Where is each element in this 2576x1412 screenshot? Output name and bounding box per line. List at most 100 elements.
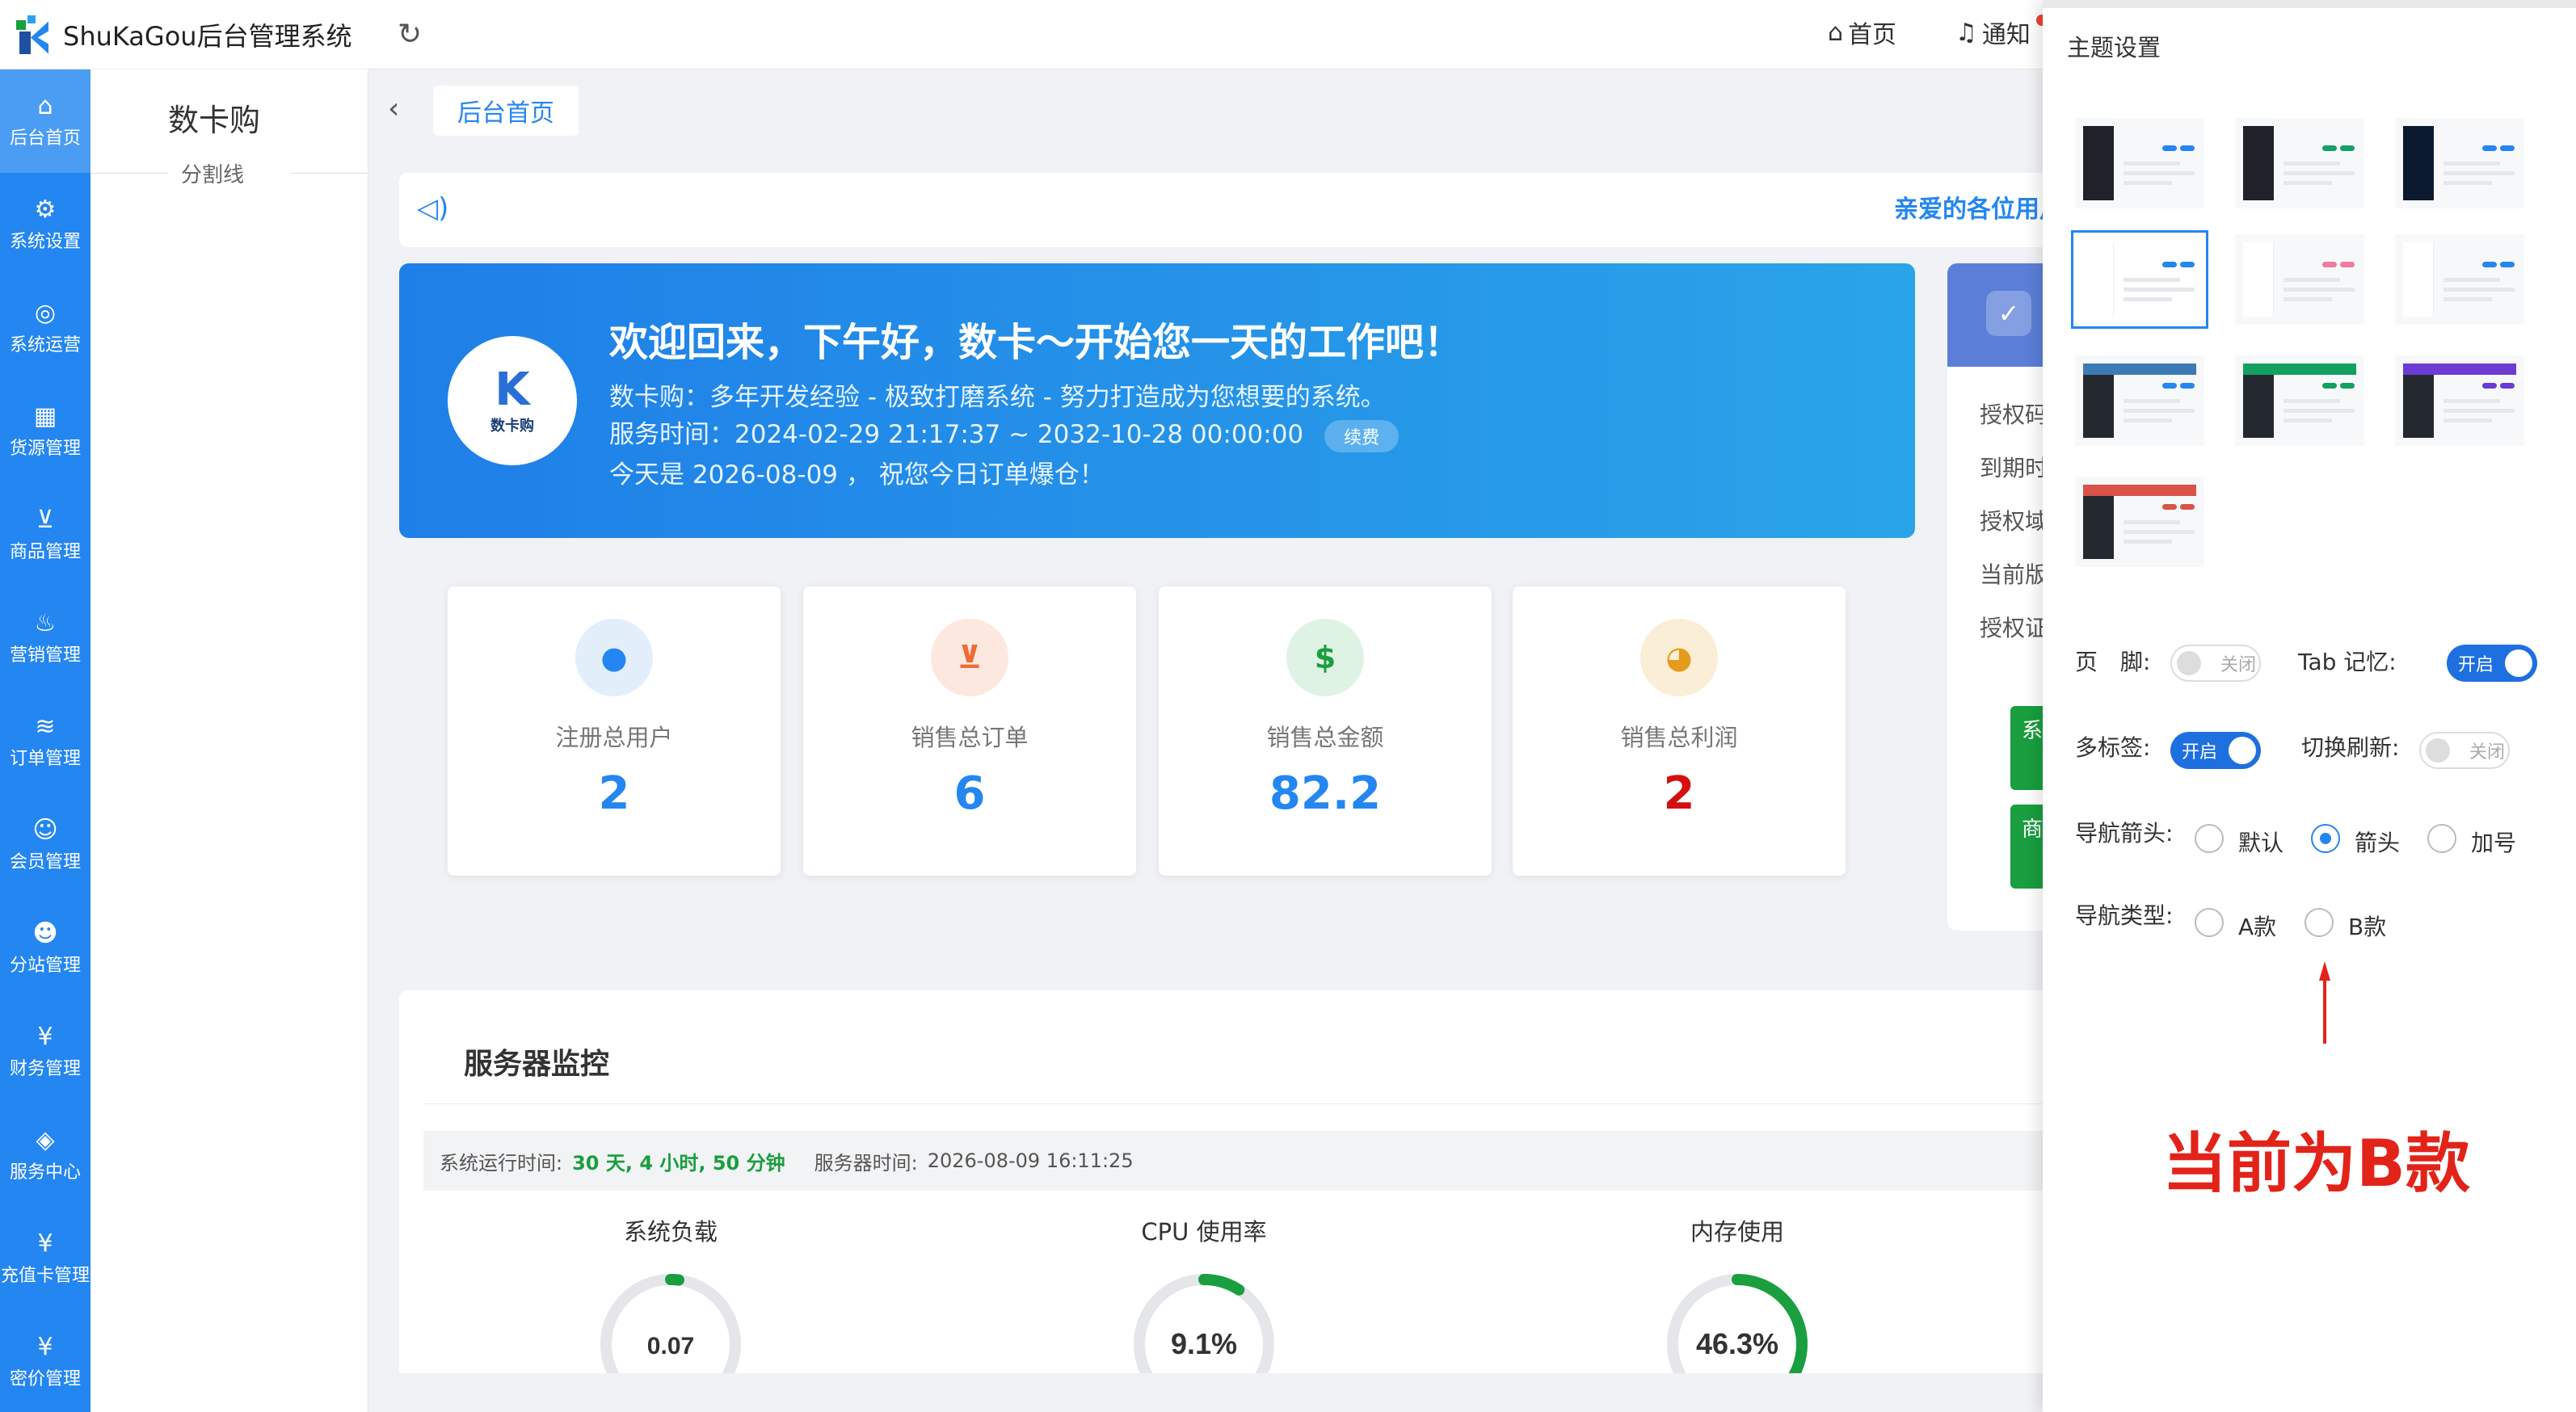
theme-dot: [2482, 145, 2497, 151]
nav-item[interactable]: ¥ 财务管理: [0, 1000, 90, 1103]
nav-item[interactable]: ⊻ 商品管理: [0, 483, 90, 586]
theme-dot: [2482, 262, 2497, 267]
welcome-line-1: 数卡购：多年开发经验 - 极致打磨系统 - 努力打造成为您想要的系统。: [609, 383, 1386, 412]
license-row: 到期时: [1980, 455, 2048, 481]
license-row: 授权码: [1980, 401, 2048, 428]
theme-topbar: [2403, 364, 2516, 375]
header-home-link[interactable]: ⌂ 首页: [1828, 15, 1896, 50]
theme-option[interactable]: [2395, 234, 2524, 325]
drawer-title: 主题设置: [2067, 34, 2161, 61]
gear-icon: ⚙: [34, 195, 57, 224]
home-icon: ⌂: [1828, 18, 1844, 47]
theme-sidebar: [2083, 126, 2114, 200]
nav-item[interactable]: ◎ 系统运营: [0, 276, 90, 380]
nav-type-option-label[interactable]: A款: [2238, 910, 2276, 942]
welcome-card: K 数卡购 欢迎回来，下午好，数卡～开始您一天的工作吧！ 数卡购：多年开发经验 …: [399, 263, 1915, 538]
theme-option[interactable]: [2071, 230, 2208, 329]
stat-card: ◕ 销售总利润 2: [1513, 586, 1846, 876]
monitor-divider: [423, 1103, 2233, 1104]
yen-icon: ¥: [37, 1229, 53, 1258]
theme-dot: [2500, 145, 2515, 151]
theme-option[interactable]: [2395, 118, 2524, 208]
nav-item[interactable]: ¥ 密价管理: [0, 1310, 90, 1412]
nav-arrow-radio[interactable]: [2195, 824, 2224, 853]
nav-item[interactable]: ¥ 充值卡管理: [0, 1207, 90, 1310]
server-time-label: 服务器时间:: [814, 1151, 918, 1175]
nav-item[interactable]: ♨ 营销管理: [0, 586, 90, 690]
tab-memory-label: Tab 记忆:: [2298, 649, 2397, 675]
nav-item-label: 系统设置: [9, 232, 81, 252]
theme-sidebar: [2243, 242, 2274, 317]
user-icon: ☺: [32, 816, 58, 844]
nav-item[interactable]: ≋ 订单管理: [0, 690, 90, 793]
logo-k-icon: K: [495, 364, 530, 416]
service-time: 服务时间：2024-02-29 21:17:37 ~ 2032-10-28 00…: [609, 420, 1304, 449]
welcome-line-3: 今天是 2026-08-09 ， 祝您今日订单爆仓！: [609, 460, 1105, 490]
theme-option[interactable]: [2235, 118, 2364, 208]
nav-type-radio[interactable]: [2195, 908, 2224, 937]
server-time-value: 2026-08-09 16:11:25: [927, 1149, 1134, 1172]
theme-option[interactable]: [2075, 477, 2204, 567]
nav-arrow-radio[interactable]: [2311, 824, 2340, 853]
header-notify-link[interactable]: ♫ 通知: [1955, 15, 2048, 50]
theme-sidebar: [2083, 242, 2114, 317]
theme-option[interactable]: [2235, 234, 2364, 325]
nav-type-option-label[interactable]: B款: [2348, 910, 2386, 942]
theme-dot: [2500, 262, 2515, 267]
gauge-title: 内存使用: [1690, 1218, 1784, 1246]
gauge-value: 46.3%: [1696, 1327, 1778, 1360]
drawer-top-strip: [2043, 0, 2576, 8]
nav-item[interactable]: ▦ 货源管理: [0, 380, 90, 483]
theme-sidebar: [2403, 242, 2434, 317]
nav-arrow-option-label[interactable]: 加号: [2471, 826, 2516, 858]
header-home-label: 首页: [1848, 21, 1897, 49]
flame-icon: ♨: [34, 609, 57, 637]
nav-type-radio[interactable]: [2305, 908, 2334, 937]
theme-dot: [2180, 262, 2195, 267]
dollar-icon: $: [1286, 619, 1364, 696]
multi-tab-switch[interactable]: 开启: [2170, 732, 2261, 769]
notice-text[interactable]: 亲爱的各位用户: [1894, 189, 2064, 225]
theme-sidebar: [2083, 375, 2114, 438]
renew-button[interactable]: 续费: [1324, 419, 1400, 452]
uptime-value: 30 天, 4 小时, 50 分钟: [572, 1151, 785, 1175]
stat-label: 销售总利润: [1620, 724, 1738, 751]
nav-item[interactable]: ☻ 分站管理: [0, 897, 90, 1000]
gauge-value: 0.07: [647, 1333, 694, 1359]
theme-option[interactable]: [2075, 355, 2204, 446]
theme-option[interactable]: [2395, 355, 2524, 446]
gauge-title: CPU 使用率: [1141, 1218, 1267, 1246]
theme-sidebar: [2243, 126, 2274, 200]
annotation-arrow-icon: [2319, 961, 2330, 1044]
chevron-left-icon[interactable]: ‹: [388, 92, 399, 125]
monitor-info-bar: 系统运行时间: 30 天, 4 小时, 50 分钟 服务器时间: 2026-08…: [423, 1131, 2233, 1191]
coins-icon: ◕: [1640, 619, 1718, 696]
nav-item-label: 财务管理: [9, 1059, 81, 1079]
footer-switch[interactable]: 关闭: [2170, 645, 2261, 682]
stat-card: ● 注册总用户 2: [448, 586, 781, 876]
nav-item[interactable]: ☺ 会员管理: [0, 793, 90, 897]
welcome-logo-text: 数卡购: [490, 418, 534, 435]
welcome-line-2: 服务时间：2024-02-29 21:17:37 ~ 2032-10-28 00…: [609, 414, 1400, 452]
refresh-icon[interactable]: ↻: [398, 18, 422, 51]
nav-arrow-radio[interactable]: [2427, 824, 2456, 853]
theme-option[interactable]: [2235, 355, 2364, 446]
stat-value: 2: [598, 767, 630, 820]
switch-refresh-switch[interactable]: 关闭: [2419, 732, 2510, 769]
multi-tab-switch-text: 开启: [2182, 742, 2218, 763]
tab-home[interactable]: 后台首页: [433, 86, 579, 136]
sidebar-title: 数卡购: [168, 103, 261, 138]
nav-arrow-option-label[interactable]: 默认: [2238, 826, 2283, 858]
server-monitor-panel: 服务器监控 系统运行时间: 30 天, 4 小时, 50 分钟 服务器时间: 2…: [399, 990, 2258, 1412]
nav-arrow-option-label[interactable]: 箭头: [2355, 826, 2400, 858]
nav-item[interactable]: ⚙ 系统设置: [0, 173, 90, 276]
theme-dot: [2482, 383, 2497, 389]
nav-item[interactable]: ◈ 服务中心: [0, 1103, 90, 1207]
nav-item-label: 货源管理: [9, 439, 81, 459]
nav-item[interactable]: ⌂ 后台首页: [0, 69, 90, 173]
yen-icon: ¥: [37, 1333, 53, 1361]
sub-sidebar: 数卡购 分割线: [90, 69, 368, 1412]
tab-memory-switch[interactable]: 开启: [2447, 645, 2537, 682]
theme-option[interactable]: [2075, 118, 2204, 208]
theme-dot: [2322, 383, 2337, 389]
